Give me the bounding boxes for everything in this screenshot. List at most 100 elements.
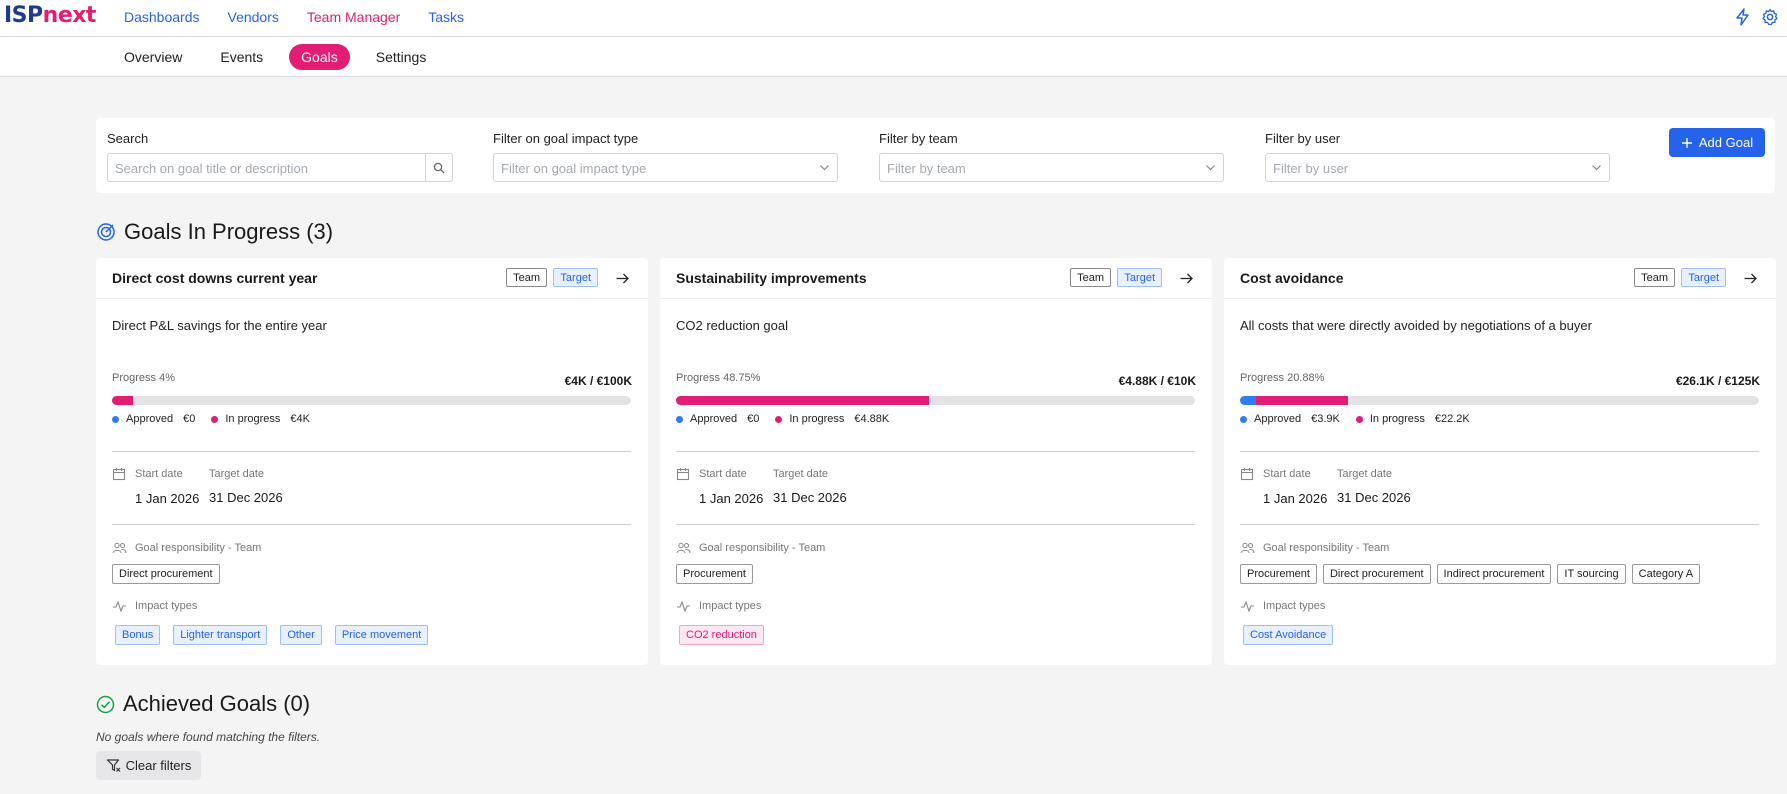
goal-description: Direct P&L savings for the entire year: [112, 318, 327, 333]
divider: [676, 451, 1195, 452]
team-chips: Procurement Direct procurement Indirect pr…: [1240, 564, 1701, 584]
activity-icon: [677, 600, 690, 613]
approved-value: €3.9K: [1311, 413, 1340, 425]
impact-type-chip: Price movement: [334, 625, 429, 645]
goal-description: All costs that were directly avoided by …: [1240, 318, 1592, 333]
progress-inprogress-segment: [676, 396, 929, 405]
nav-team-manager[interactable]: Team Manager: [307, 9, 400, 25]
search-label: Search: [107, 131, 149, 146]
start-date-label: Start date: [1263, 468, 1311, 480]
add-goal-button[interactable]: Add Goal: [1669, 128, 1765, 157]
arrow-right-icon[interactable]: [1179, 271, 1194, 286]
team-tag: Team: [1634, 268, 1675, 287]
goal-title: Direct cost downs current year: [112, 270, 318, 286]
tab-goals[interactable]: Goals: [289, 44, 350, 70]
impact-types-label: Impact types: [1263, 600, 1326, 612]
team-select[interactable]: Filter by team: [879, 153, 1224, 182]
progress-label: Progress 48.75%: [676, 372, 761, 384]
goal-card[interactable]: Sustainability improvements Team Target …: [660, 258, 1212, 665]
target-icon: [97, 223, 115, 241]
goal-responsibility-label: Goal responsibility - Team: [1263, 542, 1390, 554]
team-tag: Team: [1070, 268, 1111, 287]
progress-label: Progress 20.88%: [1240, 372, 1325, 384]
approved-value: €0: [183, 413, 196, 425]
in-progress-dot-icon: [211, 415, 219, 423]
team-icon: [676, 542, 691, 554]
target-date-label: Target date: [209, 468, 265, 480]
team-filter-group: Filter by team Filter by team: [879, 131, 1224, 182]
chevron-down-icon: [820, 165, 829, 171]
progress-approved-segment: [1240, 396, 1256, 405]
check-circle-icon: [96, 695, 115, 713]
tab-settings[interactable]: Settings: [364, 44, 439, 70]
in-progress-value: €4.88K: [854, 413, 890, 425]
progress-inprogress-segment: [1256, 396, 1348, 405]
impact-type-chip: Lighter transport: [173, 625, 268, 645]
progress-legend: Approved €0 In progress €4.88K: [676, 413, 905, 425]
nav-tasks[interactable]: Tasks: [428, 9, 464, 25]
start-date-value: 1 Jan 2026: [1263, 491, 1328, 506]
tab-overview[interactable]: Overview: [112, 44, 194, 70]
in-progress-label: In progress: [225, 413, 281, 425]
progress-amount: €26.1K / €125K: [1675, 374, 1760, 388]
arrow-right-icon[interactable]: [615, 271, 630, 286]
target-date-value: 31 Dec 2026: [773, 490, 847, 505]
goal-title: Sustainability improvements: [676, 270, 867, 286]
impact-types-label: Impact types: [135, 600, 198, 612]
impact-filter-label: Filter on goal impact type: [493, 131, 639, 146]
goal-card[interactable]: Direct cost downs current year Team Targ…: [96, 258, 648, 665]
team-chip: Indirect procurement: [1436, 564, 1552, 584]
start-date-label: Start date: [699, 468, 747, 480]
target-date-value: 31 Dec 2026: [209, 490, 283, 505]
goal-card-header: Cost avoidance Team Target: [1224, 258, 1776, 299]
search-button[interactable]: [425, 153, 453, 182]
target-date-label: Target date: [1337, 468, 1393, 480]
progress-inprogress-segment: [112, 396, 133, 405]
team-chips: Procurement: [676, 564, 753, 584]
impact-type-select[interactable]: Filter on goal impact type: [493, 153, 838, 182]
goal-card[interactable]: Cost avoidance Team Target All costs tha…: [1224, 258, 1776, 665]
user-select[interactable]: Filter by user: [1265, 153, 1610, 182]
gear-icon[interactable]: [1760, 7, 1780, 27]
team-chip: IT sourcing: [1557, 564, 1626, 584]
isp-next-logo[interactable]: ISPnext: [4, 3, 96, 28]
progress-legend: Approved €3.9K In progress €22.2K: [1240, 413, 1486, 425]
team-icon: [1240, 542, 1255, 554]
divider: [112, 524, 631, 525]
divider: [676, 524, 1195, 525]
target-tag: Target: [1681, 268, 1726, 287]
impact-type-chip: Bonus: [115, 625, 161, 645]
search-input[interactable]: Search on goal title or description: [107, 153, 425, 182]
goal-card-header: Sustainability improvements Team Target: [660, 258, 1212, 299]
impact-filter-group: Filter on goal impact type Filter on goa…: [493, 131, 838, 182]
approved-label: Approved: [690, 413, 738, 425]
target-tag: Target: [1117, 268, 1162, 287]
goal-responsibility-label: Goal responsibility - Team: [135, 542, 262, 554]
team-chip: Category A: [1631, 564, 1701, 584]
approved-value: €0: [747, 413, 760, 425]
team-chips: Direct procurement: [112, 564, 220, 584]
impact-type-chip: Cost Avoidance: [1243, 625, 1334, 645]
activity-icon: [1241, 600, 1254, 613]
in-progress-label: In progress: [1369, 413, 1425, 425]
nav-dashboards[interactable]: Dashboards: [124, 9, 200, 25]
in-progress-dot-icon: [1355, 415, 1363, 423]
tab-events[interactable]: Events: [208, 44, 275, 70]
no-goals-message: No goals where found matching the filter…: [96, 730, 321, 744]
target-tag: Target: [553, 268, 598, 287]
team-icon: [112, 542, 127, 554]
sub-navigation-bar: Overview Events Goals Settings: [0, 37, 1787, 77]
progress-amount: €4.88K / €10K: [1118, 374, 1196, 388]
user-filter-label: Filter by user: [1265, 131, 1341, 146]
divider: [1240, 451, 1759, 452]
calendar-icon: [112, 468, 126, 481]
impact-type-chip: Other: [280, 625, 322, 645]
nav-vendors[interactable]: Vendors: [228, 9, 279, 25]
clear-filters-button[interactable]: Clear filters: [96, 751, 201, 780]
divider: [1240, 524, 1759, 525]
lightning-icon[interactable]: [1733, 7, 1753, 27]
in-progress-value: €4K: [290, 413, 310, 425]
arrow-right-icon[interactable]: [1743, 271, 1758, 286]
approved-dot-icon: [112, 415, 119, 423]
activity-icon: [113, 600, 126, 613]
